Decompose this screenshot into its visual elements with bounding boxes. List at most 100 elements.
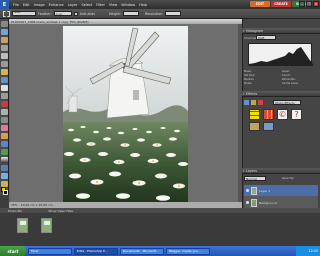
height-label: Height: bbox=[108, 11, 121, 16]
resolution-input[interactable] bbox=[165, 11, 182, 16]
photo-bin-thumbnail[interactable] bbox=[41, 218, 52, 233]
menu-help[interactable]: Help bbox=[139, 3, 147, 7]
layers-list: Layer 1 Background bbox=[244, 185, 318, 208]
style-question-icon[interactable]: ? bbox=[291, 109, 302, 120]
feather-label: Feather: bbox=[38, 11, 52, 16]
zoom-level[interactable]: 75% bbox=[11, 203, 18, 207]
background-color-swatch[interactable] bbox=[3, 190, 8, 195]
style-thumb-5[interactable] bbox=[249, 122, 260, 131]
styles-thumbnail-grid: © ? bbox=[247, 108, 317, 133]
effects-panel-header[interactable]: Effects bbox=[242, 91, 320, 97]
options-bar: New Selection Feather: 0 px Anti-alias H… bbox=[0, 9, 320, 19]
taskbar-item-flickr[interactable]: Flickr bbox=[28, 247, 72, 255]
stat-mean-label: Mean: bbox=[244, 70, 252, 73]
menu-view[interactable]: View bbox=[109, 3, 117, 7]
opacity-label: Opacity: bbox=[282, 176, 295, 180]
styles-icon[interactable] bbox=[251, 99, 256, 105]
stat-level-label: Level: bbox=[282, 70, 290, 73]
effects-toolbar: Photo Effects bbox=[244, 99, 318, 105]
app-logo: E bbox=[0, 0, 9, 9]
show-open-files[interactable]: Show Open Files bbox=[48, 209, 73, 213]
selection-brush-tool-icon[interactable] bbox=[1, 77, 8, 83]
style-grid-red[interactable] bbox=[263, 109, 274, 120]
menu-enhance[interactable]: Enhance bbox=[49, 3, 64, 7]
zoom-tool-icon[interactable] bbox=[1, 29, 8, 35]
gradient-tool-icon[interactable] bbox=[1, 157, 8, 163]
pencil-tool-icon[interactable] bbox=[1, 133, 8, 139]
layer-row[interactable]: Layer 1 bbox=[244, 185, 318, 196]
crop-tool-icon[interactable] bbox=[1, 93, 8, 99]
selection-mode-dropdown[interactable]: New Selection bbox=[12, 10, 36, 18]
taskbar-item-blogger[interactable]: Blogger: Create you... bbox=[166, 247, 210, 255]
restore-icon[interactable]: ❐ bbox=[306, 1, 312, 7]
histogram-panel-header[interactable]: Histogram bbox=[242, 28, 320, 34]
menu-select[interactable]: Select bbox=[81, 3, 92, 7]
eye-icon[interactable] bbox=[246, 201, 249, 204]
start-button[interactable]: start bbox=[0, 246, 26, 256]
marquee-tool-icon[interactable] bbox=[1, 53, 8, 59]
antialias-checkbox[interactable] bbox=[73, 11, 78, 16]
menu-edit[interactable]: Edit bbox=[23, 3, 30, 7]
stat-pixels-label: Pixels: bbox=[244, 82, 253, 85]
photo-bin-thumbnail[interactable] bbox=[17, 218, 28, 233]
eyedropper-tool-icon[interactable] bbox=[1, 45, 8, 51]
type-tool-icon[interactable] bbox=[1, 85, 8, 91]
menu-layer[interactable]: Layer bbox=[68, 3, 78, 7]
stat-median-label: Median: bbox=[244, 78, 255, 81]
stat-percentile-label: Percentile: bbox=[282, 78, 296, 81]
taskbar-item-word[interactable]: Document1 - Microsoft... bbox=[120, 247, 164, 255]
stat-stddev-label: Std Dev: bbox=[244, 74, 255, 77]
shape-tool-icon[interactable] bbox=[1, 165, 8, 171]
healing-brush-tool-icon[interactable] bbox=[1, 109, 8, 115]
photo-bin-label[interactable]: Photo Bin bbox=[8, 209, 22, 213]
eraser-tool-icon[interactable] bbox=[1, 125, 8, 131]
layer-name[interactable]: Background bbox=[259, 201, 277, 205]
menu-file[interactable]: File bbox=[13, 3, 19, 7]
styles-filter-dropdown[interactable]: Photo Effects bbox=[273, 99, 301, 105]
eye-icon[interactable] bbox=[246, 189, 249, 192]
paint-bucket-tool-icon[interactable] bbox=[1, 149, 8, 155]
resolution-label: Resolution: bbox=[144, 11, 164, 16]
hand-tool-icon[interactable] bbox=[1, 37, 8, 43]
brush-tool-icon[interactable] bbox=[1, 141, 8, 147]
menu-filter[interactable]: Filter bbox=[96, 3, 105, 7]
tab-create[interactable]: CREATE bbox=[271, 1, 291, 7]
filters-icon[interactable] bbox=[244, 99, 249, 105]
marquee-tool-icon[interactable] bbox=[3, 10, 10, 17]
move-tool-icon[interactable] bbox=[1, 21, 8, 27]
style-grid-yellow[interactable] bbox=[249, 109, 260, 120]
layers-panel-header[interactable]: Layers bbox=[242, 168, 320, 174]
blend-mode-dropdown[interactable]: Normal bbox=[244, 176, 266, 181]
height-input[interactable] bbox=[122, 11, 139, 16]
lasso-tool-icon[interactable] bbox=[1, 61, 8, 67]
stat-cache-label: Cache Level: bbox=[282, 82, 299, 85]
photo-effects-icon[interactable] bbox=[258, 99, 263, 105]
histogram-curve bbox=[249, 47, 313, 66]
magic-wand-tool-icon[interactable] bbox=[1, 69, 8, 75]
red-eye-tool-icon[interactable] bbox=[1, 101, 8, 107]
system-tray: 12:45 bbox=[296, 246, 320, 256]
clock[interactable]: 12:45 bbox=[308, 249, 318, 253]
style-thumb-6[interactable] bbox=[263, 122, 274, 131]
clone-stamp-tool-icon[interactable] bbox=[1, 117, 8, 123]
style-copyright-icon[interactable]: © bbox=[277, 109, 288, 120]
antialias-label: Anti-alias bbox=[79, 11, 95, 16]
taskbar-item-photoshop[interactable]: Edits - Photoshop E... bbox=[74, 247, 118, 255]
feather-input[interactable]: 0 px bbox=[53, 11, 72, 16]
layer-row[interactable]: Background bbox=[244, 197, 318, 208]
stat-count-label: Count: bbox=[282, 74, 291, 77]
menu-bar: File Edit Image Enhance Layer Select Fil… bbox=[13, 3, 147, 7]
minimize-icon[interactable]: – bbox=[299, 1, 305, 7]
menu-image[interactable]: Image bbox=[34, 3, 45, 7]
close-icon[interactable]: × bbox=[313, 1, 319, 7]
photo-bin-header: Photo Bin Show Open Files bbox=[0, 208, 320, 213]
blur-tool-icon[interactable] bbox=[1, 173, 8, 179]
photo-canvas[interactable] bbox=[63, 26, 188, 202]
tab-edit[interactable]: EDIT bbox=[250, 1, 270, 7]
layer-name[interactable]: Layer 1 bbox=[259, 189, 270, 193]
channel-dropdown[interactable]: RGB bbox=[256, 35, 276, 40]
layer-thumbnail bbox=[251, 198, 257, 207]
document-info[interactable]: 10.02 cm x 15.00 cm bbox=[21, 203, 53, 207]
window-controls: – ❐ × bbox=[299, 1, 319, 7]
menu-window[interactable]: Window bbox=[121, 3, 135, 7]
